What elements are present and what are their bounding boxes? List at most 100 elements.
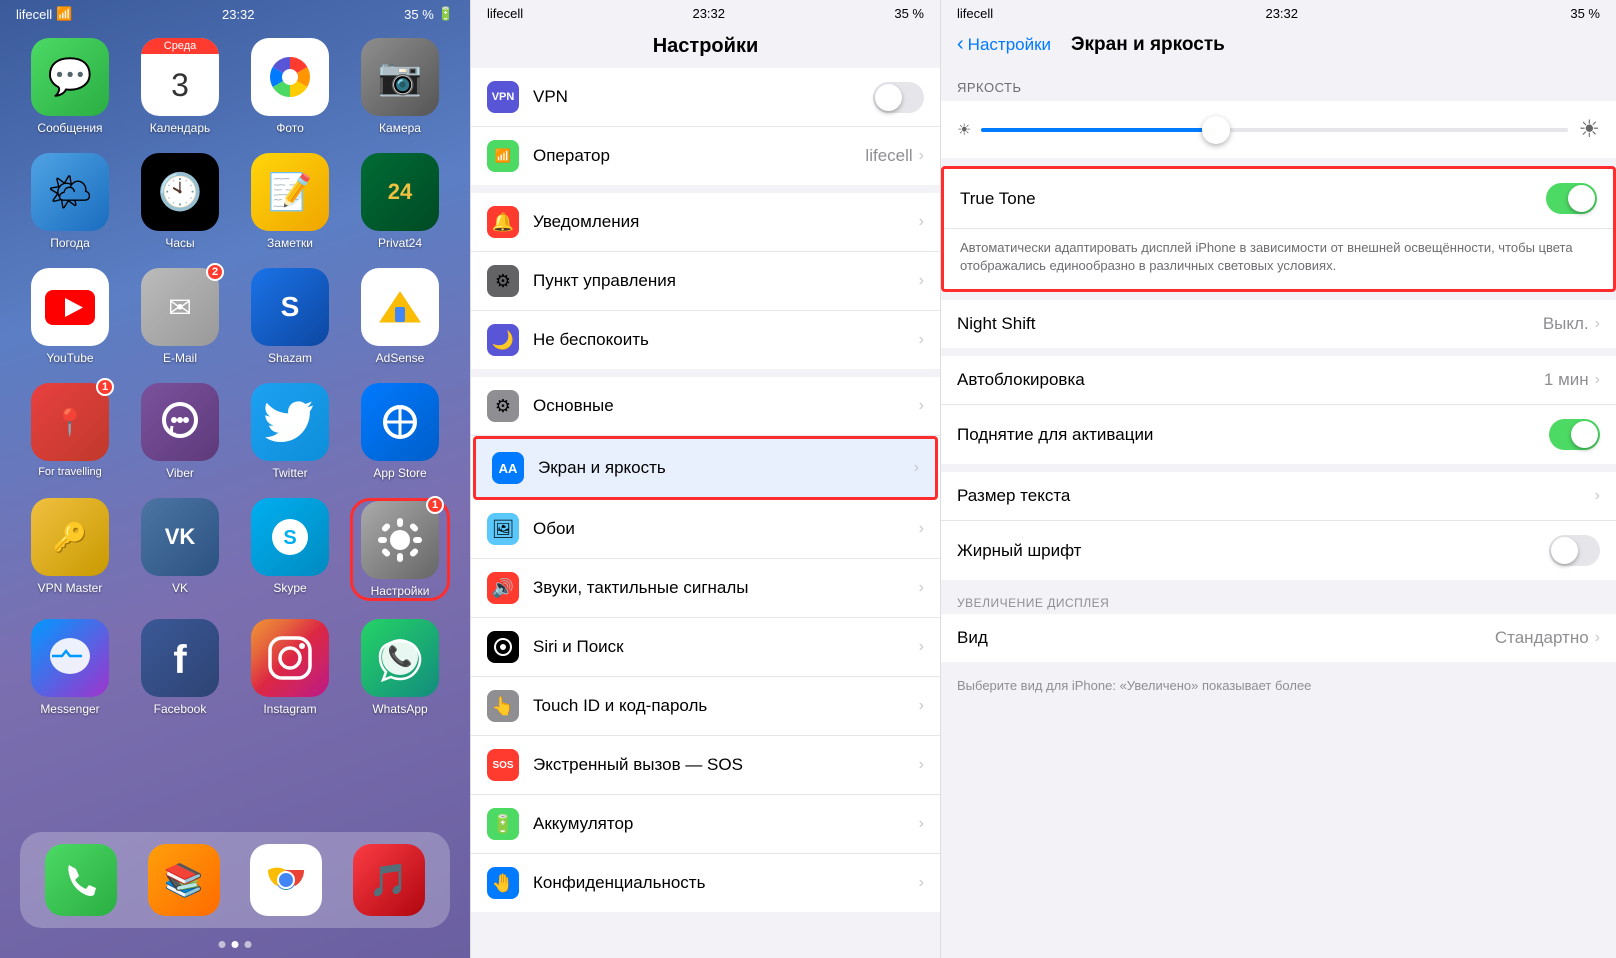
slider-thumb[interactable] [1202, 116, 1230, 144]
app-youtube[interactable]: YouTube [20, 268, 120, 365]
night-shift-value: Выкл. [1543, 314, 1589, 334]
app-photos[interactable]: Фото [240, 38, 340, 135]
autolock-value: 1 мин [1544, 370, 1589, 390]
autolock-label: Автоблокировка [957, 370, 1544, 390]
app-facebook[interactable]: f Facebook [130, 619, 230, 716]
settings-row-sounds[interactable]: 🔊 Звуки, тактильные сигналы › [471, 559, 940, 618]
true-tone-description: Автоматически адаптировать дисплей iPhon… [944, 229, 1613, 289]
app-vpnmaster[interactable]: 🔑 VPN Master [20, 498, 120, 601]
raise-toggle[interactable] [1549, 419, 1600, 450]
bold-toggle[interactable] [1549, 535, 1600, 566]
battery-label: Аккумулятор [533, 814, 919, 834]
app-vk[interactable]: VK VK [130, 498, 230, 601]
raise-row[interactable]: Поднятие для активации [941, 405, 1616, 464]
sounds-label: Звуки, тактильные сигналы [533, 578, 919, 598]
touchid-chevron: › [919, 697, 924, 715]
app-notes[interactable]: 📝 Заметки [240, 153, 340, 250]
settings-row-notifications[interactable]: 🔔 Уведомления › [471, 193, 940, 252]
app-weather[interactable]: 🌤 Погода [20, 153, 120, 250]
settings-row-operator[interactable]: 📶 Оператор lifecell › [471, 127, 940, 185]
settings-row-siri[interactable]: Siri и Поиск › [471, 618, 940, 677]
settings-row-wallpaper[interactable]: 🖼 Обои › [471, 500, 940, 559]
settings-row-battery[interactable]: 🔋 Аккумулятор › [471, 795, 940, 854]
vpn-icon: VPN [487, 81, 519, 113]
app-privat24[interactable]: 24 Privat24 [350, 153, 450, 250]
svg-text:📞: 📞 [388, 643, 413, 668]
siri-label: Siri и Поиск [533, 637, 919, 657]
email-badge: 2 [206, 263, 224, 281]
app-settings[interactable]: 1 Настройки [350, 498, 450, 601]
brightness-panel: lifecell 23:32 35 % ‹ Настройки Экран и … [940, 0, 1616, 958]
status-bar-brightness: lifecell 23:32 35 % [941, 0, 1616, 27]
night-shift-row[interactable]: Night Shift Выкл. › [941, 300, 1616, 348]
settings-badge: 1 [426, 496, 444, 514]
screen-label: Экран и яркость [538, 458, 914, 478]
app-appstore[interactable]: App Store [350, 383, 450, 480]
settings-section-network: VPN VPN 📶 Оператор lifecell › [471, 68, 940, 185]
app-shazam[interactable]: S Shazam [240, 268, 340, 365]
sos-chevron: › [919, 756, 924, 774]
raise-label: Поднятие для активации [957, 425, 1549, 445]
app-viber[interactable]: Viber [130, 383, 230, 480]
bold-row[interactable]: Жирный шрифт [941, 521, 1616, 580]
app-whatsapp[interactable]: 📞 WhatsApp [350, 619, 450, 716]
app-email[interactable]: ✉ 2 E-Mail [130, 268, 230, 365]
wallpaper-icon: 🖼 [487, 513, 519, 545]
app-clock[interactable]: 🕙 Часы [130, 153, 230, 250]
calendar-weekday: Среда [141, 38, 219, 54]
settings-page-title: Настройки [471, 27, 940, 68]
app-camera[interactable]: 📷 Камера [350, 38, 450, 135]
app-messages[interactable]: 💬 Сообщения [20, 38, 120, 135]
settings-row-control[interactable]: ⚙ Пункт управления › [471, 252, 940, 311]
time-settings: 23:32 [692, 6, 725, 21]
battery-icon-home: 🔋 [438, 6, 454, 22]
back-chevron-icon: ‹ [957, 33, 964, 56]
slider-fill [981, 128, 1216, 132]
back-button[interactable]: ‹ Настройки [957, 33, 1051, 56]
app-skype[interactable]: S Skype [240, 498, 340, 601]
view-value: Стандартно [1495, 628, 1589, 648]
carrier-brightness: lifecell [957, 6, 993, 21]
status-bar-home: lifecell 📶 23:32 35 % 🔋 [0, 0, 470, 28]
true-tone-section: True Tone Автоматически адаптировать дис… [941, 166, 1616, 292]
screen-icon: AA [492, 452, 524, 484]
settings-section-display: ⚙ Основные › AA Экран и яркость › 🖼 Обои… [471, 377, 940, 912]
text-size-row[interactable]: Размер текста › [941, 472, 1616, 521]
notifications-icon: 🔔 [487, 206, 519, 238]
battery-brightness: 35 % [1570, 6, 1600, 21]
true-tone-row[interactable]: True Tone [944, 169, 1613, 229]
settings-row-screen[interactable]: AA Экран и яркость › [473, 436, 938, 500]
vpn-toggle[interactable] [873, 82, 924, 113]
settings-row-vpn[interactable]: VPN VPN [471, 68, 940, 127]
settings-row-sos[interactable]: SOS Экстренный вызов — SOS › [471, 736, 940, 795]
app-adsense[interactable]: AdSense [350, 268, 450, 365]
true-tone-toggle[interactable] [1546, 183, 1597, 214]
view-row[interactable]: Вид Стандартно › [941, 614, 1616, 662]
general-chevron: › [919, 397, 924, 415]
app-calendar[interactable]: Среда 3 Календарь [130, 38, 230, 135]
app-instagram[interactable]: Instagram [240, 619, 340, 716]
settings-row-general[interactable]: ⚙ Основные › [471, 377, 940, 436]
carrier-home: lifecell [16, 7, 52, 22]
settings-row-privacy[interactable]: 🤚 Конфиденциальность › [471, 854, 940, 912]
app-messenger[interactable]: Messenger [20, 619, 120, 716]
siri-icon [487, 631, 519, 663]
dock-chrome[interactable] [250, 844, 322, 916]
night-shift-chevron: › [1595, 315, 1600, 333]
autolock-row[interactable]: Автоблокировка 1 мин › [941, 356, 1616, 405]
true-tone-toggle-thumb [1568, 185, 1595, 212]
dock-phone[interactable] [45, 844, 117, 916]
dot-1 [219, 941, 226, 948]
slider-bar[interactable] [981, 128, 1568, 132]
app-twitter[interactable]: Twitter [240, 383, 340, 480]
sounds-chevron: › [919, 579, 924, 597]
dock-music[interactable]: 🎵 [353, 844, 425, 916]
privacy-label: Конфиденциальность [533, 873, 919, 893]
settings-row-dnd[interactable]: 🌙 Не беспокоить › [471, 311, 940, 369]
control-chevron: › [919, 272, 924, 290]
settings-section-system: 🔔 Уведомления › ⚙ Пункт управления › 🌙 Н… [471, 193, 940, 369]
text-size-chevron: › [1595, 487, 1600, 505]
settings-row-touchid[interactable]: 👆 Touch ID и код-пароль › [471, 677, 940, 736]
app-fortravelling[interactable]: 📍 1 For travelling [20, 383, 120, 480]
dock-books[interactable]: 📚 [148, 844, 220, 916]
